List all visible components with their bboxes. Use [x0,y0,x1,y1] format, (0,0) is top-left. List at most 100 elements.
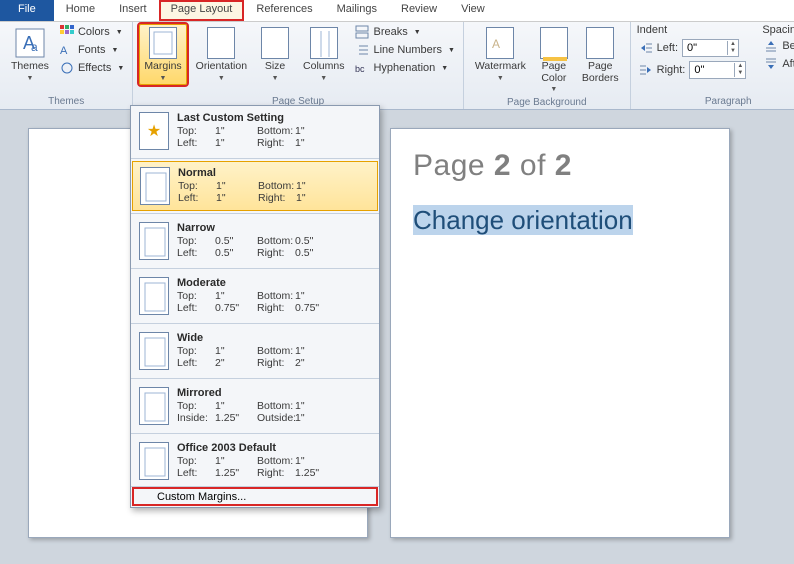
chevron-down-icon: ▼ [441,65,448,72]
spin-down-icon[interactable]: ▼ [735,70,745,77]
tab-references[interactable]: References [244,0,324,21]
preset-name: Last Custom Setting [177,112,371,124]
fonts-icon: A [60,43,74,57]
spacing-header: Spacing [762,24,794,36]
chevron-down-icon: ▼ [448,47,455,54]
margins-icon [149,27,177,59]
margins-dropdown: Last Custom SettingTop:1"Bottom:1"Left:1… [130,105,380,508]
breaks-button[interactable]: Breaks ▼ [353,24,456,40]
document-area: 2 Page 2 of 2 Change orientation [0,110,794,564]
tab-home[interactable]: Home [54,0,107,21]
theme-effects[interactable]: Effects ▼ [58,60,126,76]
group-page-setup: Margins ▼ Orientation ▼ Size ▼ Columns ▼… [133,22,464,109]
tab-page-layout[interactable]: Page Layout [159,0,245,21]
themes-label: Themes [11,61,49,73]
theme-colors[interactable]: Colors ▼ [58,24,126,40]
group-themes: Aa Themes ▼ Colors ▼ AFonts ▼ Effects ▼ … [0,22,133,109]
chevron-down-icon: ▼ [111,47,118,54]
watermark-label: Watermark [475,61,526,73]
page-borders-label: PageBorders [582,61,619,84]
margin-preset-normal[interactable]: NormalTop:1"Bottom:1"Left:1"Right:1" [132,161,378,211]
chevron-down-icon: ▼ [497,75,504,82]
spin-up-icon[interactable]: ▲ [728,41,738,48]
margin-preset-narrow[interactable]: NarrowTop:0.5"Bottom:0.5"Left:0.5"Right:… [131,216,379,266]
margin-thumb-icon [139,442,169,480]
tab-strip: File Home Insert Page Layout References … [0,0,794,22]
page-2-body[interactable]: Change orientation [413,201,707,240]
margin-preset-moderate[interactable]: ModerateTop:1"Bottom:1"Left:0.75"Right:0… [131,271,379,321]
page-color-button[interactable]: PageColor ▼ [535,24,573,96]
tab-review[interactable]: Review [389,0,449,21]
svg-text:a: a [31,40,38,54]
page-2-title: Page 2 of 2 [413,149,707,183]
svg-text:A: A [492,37,500,51]
orientation-button[interactable]: Orientation ▼ [191,24,252,85]
preset-name: Normal [178,167,370,179]
chevron-down-icon: ▼ [414,29,421,36]
svg-text:A: A [60,45,68,57]
size-button[interactable]: Size ▼ [256,24,294,85]
margin-thumb-icon [139,277,169,315]
spacing-after-row: After: [762,56,794,72]
chevron-down-icon: ▼ [116,29,123,36]
hyphenation-icon: bc [355,61,369,75]
line-numbers-button[interactable]: Line Numbers ▼ [353,42,456,58]
colors-icon [60,25,74,39]
margin-preset-mirrored[interactable]: MirroredTop:1"Bottom:1"Inside:1.25"Outsi… [131,381,379,431]
margin-thumb-icon [139,332,169,370]
spin-down-icon[interactable]: ▼ [728,48,738,55]
indent-left-input[interactable]: ▲▼ [682,39,739,57]
preset-name: Wide [177,332,371,344]
chevron-down-icon: ▼ [160,75,167,82]
page-color-label: PageColor [541,61,566,84]
page-color-icon [540,27,568,59]
margin-thumb-icon [139,222,169,260]
tab-file[interactable]: File [0,0,54,21]
tab-mailings[interactable]: Mailings [325,0,389,21]
group-paragraph-label: Paragraph [637,95,794,109]
spacing-after-icon [764,57,778,71]
preset-name: Office 2003 Default [177,442,371,454]
indent-right-input[interactable]: ▲▼ [689,61,746,79]
group-page-background: A Watermark ▼ PageColor ▼ PageBorders Pa… [464,22,631,109]
columns-button[interactable]: Columns ▼ [298,24,349,85]
chevron-down-icon: ▼ [272,75,279,82]
margin-thumb-icon [140,167,170,205]
tab-insert[interactable]: Insert [107,0,159,21]
indent-header: Indent [637,24,749,36]
margins-label: Margins [144,61,181,73]
columns-label: Columns [303,61,344,73]
margins-button[interactable]: Margins ▼ [139,24,186,85]
orientation-icon [207,27,235,59]
chevron-down-icon: ▼ [27,75,34,82]
preset-name: Mirrored [177,387,371,399]
svg-text:bc: bc [355,64,365,74]
tab-view[interactable]: View [449,0,497,21]
spin-up-icon[interactable]: ▲ [735,63,745,70]
page-2[interactable]: Page 2 of 2 Change orientation [390,128,730,538]
hyphenation-button[interactable]: bcHyphenation ▼ [353,60,456,76]
chevron-down-icon: ▼ [320,75,327,82]
spacing-before-icon [764,39,778,53]
theme-fonts[interactable]: AFonts ▼ [58,42,126,58]
breaks-icon [355,25,369,39]
indent-left-icon [639,41,653,55]
watermark-icon: A [486,27,514,59]
line-numbers-icon [355,43,369,57]
margin-preset-last-custom-setting[interactable]: Last Custom SettingTop:1"Bottom:1"Left:1… [131,106,379,156]
custom-margins-button[interactable]: Custom Margins... [131,486,379,507]
orientation-label: Orientation [196,61,247,73]
columns-icon [310,27,338,59]
themes-button[interactable]: Aa Themes ▼ [6,24,54,85]
size-label: Size [265,61,285,73]
margin-preset-wide[interactable]: WideTop:1"Bottom:1"Left:2"Right:2" [131,326,379,376]
margin-thumb-icon [139,387,169,425]
margin-preset-office-2003-default[interactable]: Office 2003 DefaultTop:1"Bottom:1"Left:1… [131,436,379,486]
page-borders-button[interactable]: PageBorders [577,24,624,87]
size-icon [261,27,289,59]
group-themes-label: Themes [6,95,126,109]
group-paragraph: Indent Left: ▲▼ Right: ▲▼ Spacing Before… [631,22,794,109]
watermark-button[interactable]: A Watermark ▼ [470,24,531,85]
effects-icon [60,61,74,75]
indent-right-icon [639,63,653,77]
